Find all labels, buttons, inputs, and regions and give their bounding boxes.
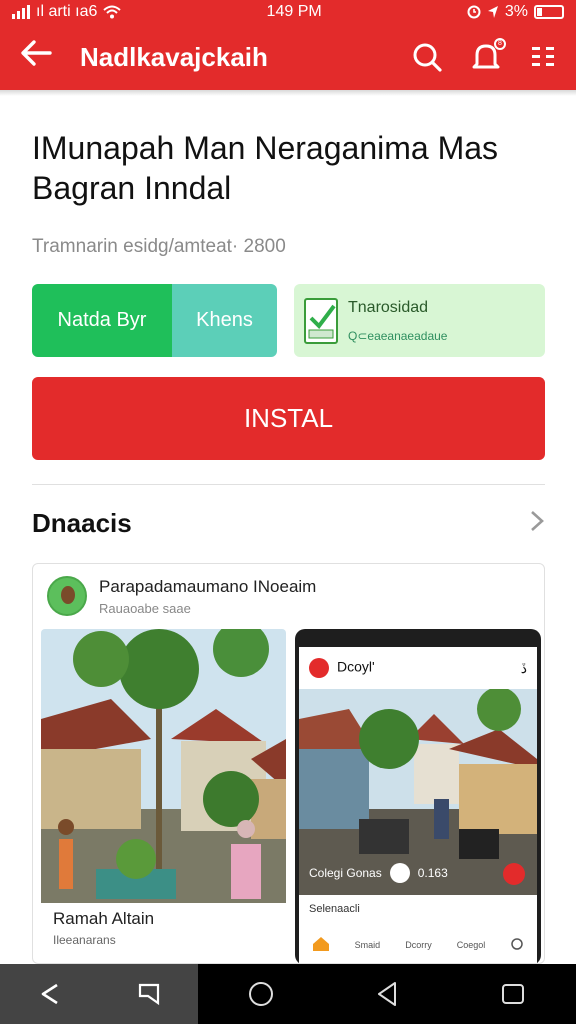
notification-count: 8 xyxy=(494,38,506,50)
phone-app-title: Dcoyl' xyxy=(337,658,375,675)
nav-back-triangle-icon[interactable] xyxy=(373,980,401,1008)
carrier-label: ıl arti ıa6 xyxy=(36,3,98,20)
nav-recents-icon[interactable] xyxy=(499,980,527,1008)
phone-overlay-number: 0.163 xyxy=(417,866,448,880)
battery-label: 3% xyxy=(504,3,528,20)
app-logo-icon xyxy=(309,658,329,678)
app-bar: Nadlkavajckaih 8 xyxy=(0,24,576,90)
badge-title: Tnarosidad xyxy=(348,298,429,316)
section-heading: Dnaacis xyxy=(32,508,132,538)
play-icon[interactable] xyxy=(389,863,410,883)
app-meta: Tramnarin esidg/amteat· 2800 xyxy=(32,236,286,257)
app-title: IMunapah Man Neraganima Mas Bagran Innda… xyxy=(32,130,499,206)
phone-nav-refresh-icon[interactable] xyxy=(510,937,524,953)
tag-group: Natda Byr Khens xyxy=(32,284,277,357)
nav-back-icon[interactable] xyxy=(37,981,63,1007)
phone-bottom-nav: Smaid Dcorry Coegol xyxy=(299,925,537,963)
nav-home-icon[interactable] xyxy=(247,980,275,1008)
developer-row[interactable]: Parapadamaumano INoeaim Rauaoabe saae xyxy=(47,576,316,616)
nav-share-icon[interactable] xyxy=(136,981,162,1007)
screenshot-phone[interactable]: Dcoyl' ڏ Colegi Gonas 0.163 Selenaacli S… xyxy=(295,629,541,963)
phone-close-icon[interactable]: ڏ xyxy=(521,660,527,677)
developer-name: Parapadamaumano INoeaim xyxy=(99,576,317,596)
screenshot-photo[interactable]: Ramah Altain Ileeanarans xyxy=(41,629,286,963)
battery-icon xyxy=(534,5,564,19)
menu-grid-icon[interactable] xyxy=(530,44,556,70)
signal-icon xyxy=(12,5,30,19)
badge-subtitle: Q⊂eaeanaeadaue xyxy=(348,328,448,343)
wifi-icon xyxy=(103,5,122,19)
status-bar: ıl arti ıa6 149 PM 3% xyxy=(0,0,576,24)
app-bar-shadow xyxy=(0,90,576,96)
screenshot-subcaption: Ileeanarans xyxy=(53,933,116,947)
notification-bell-icon[interactable]: 8 xyxy=(472,38,506,72)
tag-secondary[interactable]: Khens xyxy=(172,284,277,357)
app-bar-title: Nadlkavajckaih xyxy=(80,41,268,72)
checkmark-document-icon xyxy=(304,297,338,344)
system-nav-bar xyxy=(0,964,576,1024)
phone-nav-item[interactable]: Dcorry xyxy=(405,940,432,950)
screenshot-caption: Ramah Altain xyxy=(53,909,155,928)
install-button[interactable]: INSTAL xyxy=(32,377,545,460)
back-arrow-icon[interactable] xyxy=(20,39,60,75)
village-photo-image xyxy=(41,629,286,903)
phone-photo: Colegi Gonas 0.163 xyxy=(299,687,537,895)
phone-status-bar xyxy=(295,629,541,647)
phone-app-screen: Dcoyl' ڏ Colegi Gonas 0.163 Selenaacli S… xyxy=(299,647,537,963)
phone-nav-item[interactable]: Smaid xyxy=(355,940,381,950)
divider xyxy=(32,484,545,485)
chevron-right-icon[interactable] xyxy=(529,508,545,539)
alarm-icon xyxy=(467,5,481,19)
verified-badge: Tnarosidad Q⊂eaeanaeadaue xyxy=(294,284,545,357)
search-icon[interactable] xyxy=(412,42,442,72)
screenshot-card: Parapadamaumano INoeaim Rauaoabe saae Ra… xyxy=(32,563,545,964)
phone-overlay-label: Colegi Gonas xyxy=(309,866,382,880)
section-header[interactable]: Dnaacis xyxy=(32,508,545,539)
phone-fab-button[interactable] xyxy=(503,863,525,885)
tag-primary[interactable]: Natda Byr xyxy=(32,284,172,357)
developer-sub: Rauaoabe saae xyxy=(99,600,191,616)
phone-nav-home-icon[interactable] xyxy=(312,936,330,954)
phone-subtitle: Selenaacli xyxy=(309,903,360,915)
location-icon xyxy=(487,6,498,18)
clock: 149 PM xyxy=(266,3,322,20)
phone-nav-item[interactable]: Coegol xyxy=(457,940,486,950)
avatar xyxy=(47,576,87,616)
